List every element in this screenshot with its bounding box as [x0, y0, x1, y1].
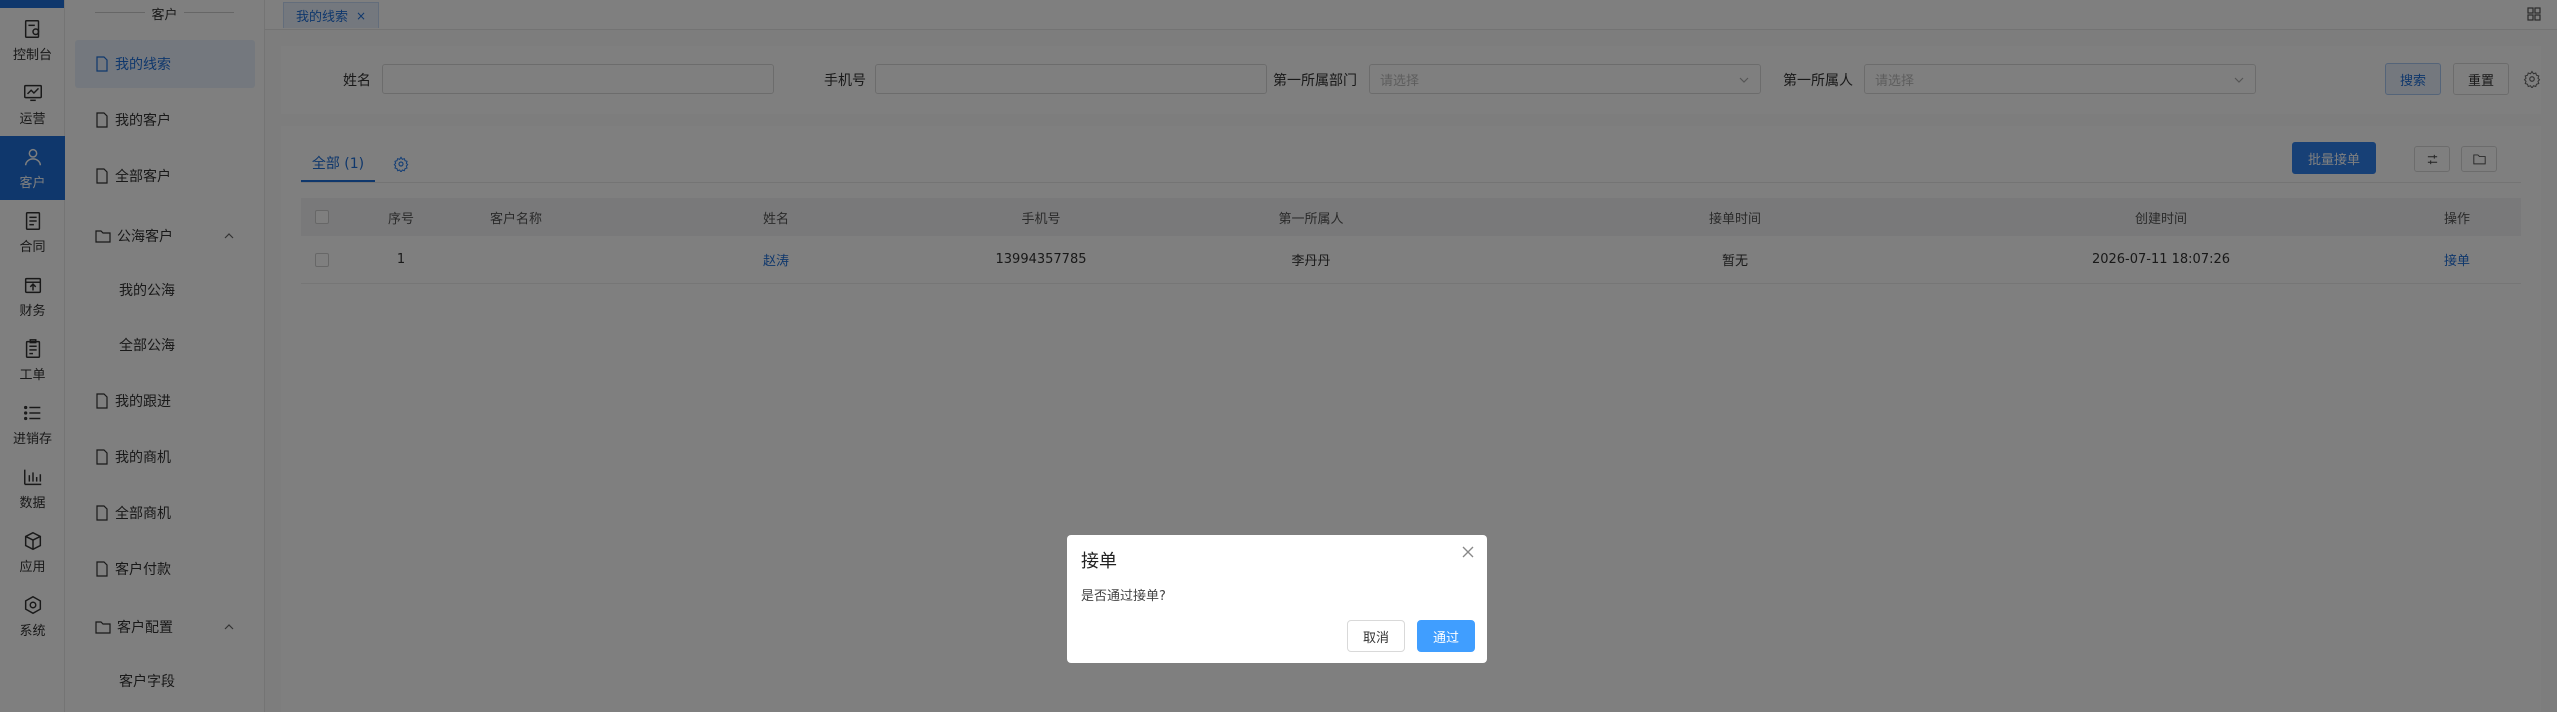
accept-dialog: 接单 是否通过接单? 取消 通过 [1067, 535, 1487, 663]
close-icon[interactable] [1461, 545, 1475, 559]
dialog-title: 接单 [1081, 551, 1117, 572]
dialog-message: 是否通过接单? [1081, 589, 1166, 604]
confirm-button[interactable]: 通过 [1417, 620, 1475, 652]
cancel-button[interactable]: 取消 [1347, 620, 1405, 652]
